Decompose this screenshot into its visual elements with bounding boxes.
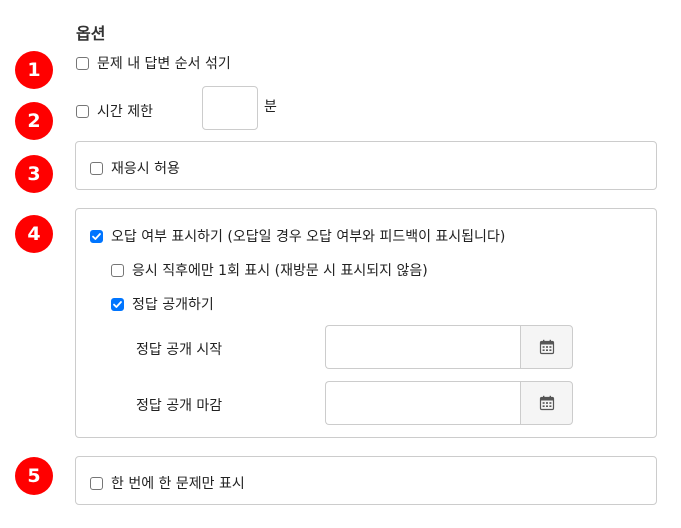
one-at-a-time-label: 한 번에 한 문제만 표시 bbox=[111, 476, 245, 492]
reveal-end-input[interactable] bbox=[325, 381, 520, 425]
show-correctness-option[interactable]: 오답 여부 표시하기 (오답일 경우 오답 여부와 피드백이 표시됩니다) bbox=[90, 226, 505, 246]
shuffle-label: 문제 내 답변 순서 섞기 bbox=[97, 56, 231, 72]
step-marker-2: 2 bbox=[15, 102, 53, 140]
retake-checkbox[interactable] bbox=[90, 161, 103, 175]
one-at-a-time-checkbox[interactable] bbox=[90, 476, 103, 490]
retake-option[interactable]: 재응시 허용 bbox=[90, 158, 180, 178]
time-limit-option[interactable]: 시간 제한 bbox=[76, 101, 153, 121]
reveal-end-calendar-button[interactable] bbox=[520, 381, 573, 425]
reveal-answers-option[interactable]: 정답 공개하기 bbox=[111, 294, 214, 314]
reveal-start-label: 정답 공개 시작 bbox=[136, 342, 223, 358]
section-title: 옵션 bbox=[76, 24, 106, 43]
reveal-answers-label: 정답 공개하기 bbox=[132, 297, 214, 313]
retake-box: 재응시 허용 bbox=[75, 141, 657, 190]
check-icon bbox=[92, 232, 101, 240]
one-at-a-time-box: 한 번에 한 문제만 표시 bbox=[75, 456, 657, 505]
reveal-answers-checkbox[interactable] bbox=[111, 297, 124, 311]
shuffle-option[interactable]: 문제 내 답변 순서 섞기 bbox=[76, 53, 231, 73]
shuffle-checkbox[interactable] bbox=[76, 56, 89, 70]
calendar-icon bbox=[539, 339, 554, 355]
only-once-label: 응시 직후에만 1회 표시 (재방문 시 표시되지 않음) bbox=[132, 263, 428, 279]
time-limit-unit: 분 bbox=[264, 99, 277, 115]
calendar-icon bbox=[539, 395, 554, 411]
reveal-start-input[interactable] bbox=[325, 325, 520, 369]
reveal-end-picker bbox=[325, 381, 573, 425]
options-page: 옵션 1 2 3 4 5 문제 내 답변 순서 섞기 시간 제한 분 재응시 허… bbox=[0, 0, 681, 528]
time-limit-input[interactable] bbox=[202, 86, 258, 130]
step-marker-3: 3 bbox=[15, 155, 53, 193]
check-icon bbox=[113, 300, 122, 308]
retake-label: 재응시 허용 bbox=[111, 161, 180, 177]
step-marker-5: 5 bbox=[15, 457, 53, 495]
only-once-checkbox[interactable] bbox=[111, 263, 124, 277]
reveal-start-picker bbox=[325, 325, 573, 369]
reveal-start-calendar-button[interactable] bbox=[520, 325, 573, 369]
show-correctness-box: 오답 여부 표시하기 (오답일 경우 오답 여부와 피드백이 표시됩니다) 응시… bbox=[75, 208, 657, 438]
time-limit-label: 시간 제한 bbox=[97, 104, 153, 120]
step-marker-4: 4 bbox=[15, 215, 53, 253]
show-correctness-checkbox[interactable] bbox=[90, 229, 103, 243]
step-marker-1: 1 bbox=[15, 51, 53, 89]
show-correctness-label: 오답 여부 표시하기 (오답일 경우 오답 여부와 피드백이 표시됩니다) bbox=[111, 229, 506, 245]
reveal-end-label: 정답 공개 마감 bbox=[136, 398, 223, 414]
only-once-option[interactable]: 응시 직후에만 1회 표시 (재방문 시 표시되지 않음) bbox=[111, 260, 428, 280]
time-limit-checkbox[interactable] bbox=[76, 104, 89, 118]
one-at-a-time-option[interactable]: 한 번에 한 문제만 표시 bbox=[90, 473, 245, 493]
